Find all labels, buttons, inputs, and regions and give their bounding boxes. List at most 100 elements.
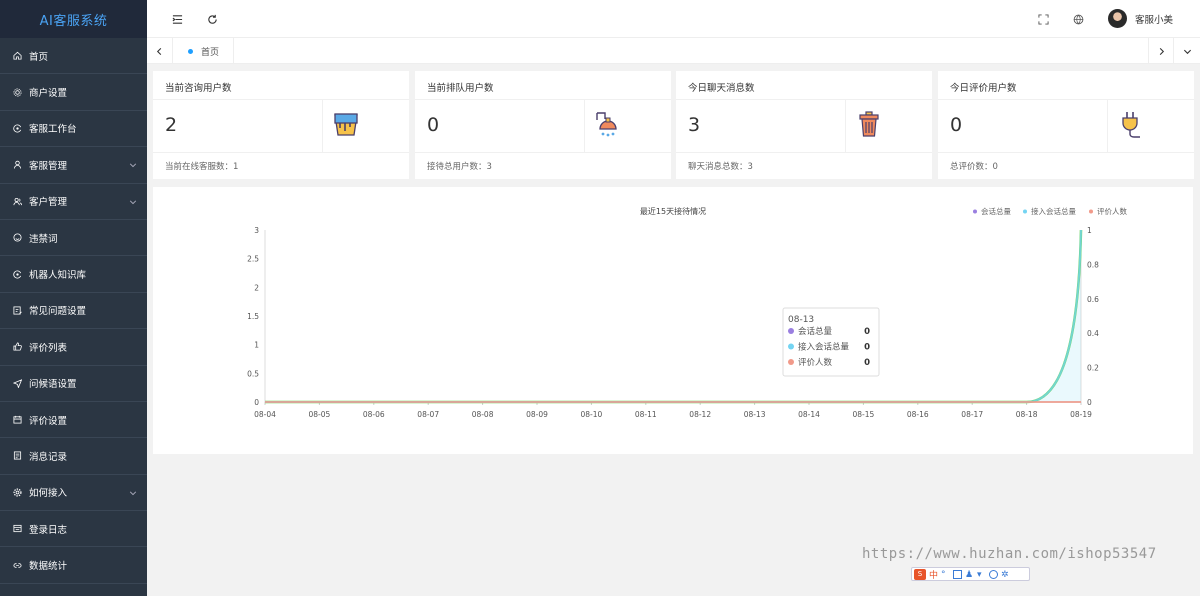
chart-panel: 最近15天接待情况 会话总量 接入会话总量 评价人数 0 0.5 1 1.5 2 2.5 3 0 0.2… bbox=[153, 187, 1193, 454]
sidebar-item-label: 违禁词 bbox=[29, 233, 58, 245]
fullscreen-icon[interactable] bbox=[1036, 12, 1050, 26]
ime-toolbar[interactable]: S 中 ° ♟ ▾ ✲ bbox=[911, 567, 1030, 581]
ime-skin-icon[interactable]: ▾ bbox=[977, 570, 986, 580]
edit-icon bbox=[12, 305, 22, 315]
sidebar-item-label: 客户管理 bbox=[29, 197, 68, 209]
sidebar-item-label: 首页 bbox=[29, 51, 49, 63]
sidebar-menu: 首页商户设置客服工作台客服管理客户管理违禁词机器人知识库常见问题设置评价列表问候… bbox=[0, 38, 147, 584]
sidebar: AI客服系统 首页商户设置客服工作台客服管理客户管理违禁词机器人知识库常见问题设… bbox=[0, 0, 147, 596]
x-tick-label: 08-12 bbox=[689, 410, 711, 419]
smile-icon bbox=[12, 233, 22, 243]
sidebar-item-6[interactable]: 机器人知识库 bbox=[0, 256, 147, 293]
card-title: 当前咨询用户数 bbox=[165, 83, 232, 94]
tab-scroll-left-button[interactable] bbox=[147, 38, 173, 64]
y-tick-left: 1 bbox=[254, 341, 259, 350]
x-tick-label: 08-11 bbox=[635, 410, 657, 419]
stat-card-messages: 今日聊天消息数 3 聊天消息总数：3 bbox=[676, 71, 932, 179]
link-icon bbox=[12, 560, 22, 570]
ime-gear-icon[interactable]: ✲ bbox=[1001, 570, 1010, 580]
legend-marker[interactable] bbox=[1089, 209, 1093, 214]
x-tick-label: 08-18 bbox=[1016, 410, 1038, 419]
avatar[interactable] bbox=[1108, 9, 1127, 28]
tooltip-label: 会话总量 bbox=[798, 326, 833, 337]
tab-scroll-right-button[interactable] bbox=[1148, 38, 1174, 64]
x-tick-label: 08-08 bbox=[472, 410, 494, 419]
chevron-down-icon bbox=[129, 198, 137, 206]
sidebar-item-label: 商户设置 bbox=[29, 88, 68, 100]
x-tick-label: 08-14 bbox=[798, 410, 820, 419]
settings-icon bbox=[12, 87, 22, 97]
y-tick-right: 0.4 bbox=[1087, 329, 1099, 338]
ime-keyboard-icon[interactable] bbox=[953, 569, 963, 579]
sidebar-item-14[interactable]: 数据统计 bbox=[0, 547, 147, 584]
sidebar-item-label: 机器人知识库 bbox=[29, 270, 87, 282]
sidebar-item-7[interactable]: 常见问题设置 bbox=[0, 293, 147, 330]
send-icon bbox=[12, 378, 22, 388]
x-tick-label: 08-13 bbox=[744, 410, 766, 419]
x-tick-label: 08-10 bbox=[581, 410, 603, 419]
sidebar-item-label: 评价设置 bbox=[29, 415, 68, 427]
sidebar-item-label: 问候语设置 bbox=[29, 379, 77, 391]
sidebar-item-9[interactable]: 问候语设置 bbox=[0, 366, 147, 402]
sidebar-item-label: 评价列表 bbox=[29, 342, 68, 354]
tooltip-title: 08-13 bbox=[788, 315, 814, 325]
x-tick-label: 08-06 bbox=[363, 410, 385, 419]
sidebar-item-8[interactable]: 评价列表 bbox=[0, 329, 147, 366]
robot-icon bbox=[12, 269, 22, 279]
sidebar-item-3[interactable]: 客服管理 bbox=[0, 147, 147, 184]
series-line-0[interactable] bbox=[265, 229, 1083, 404]
legend-item: 接入会话总量 bbox=[1031, 206, 1076, 216]
sidebar-item-2[interactable]: 客服工作台 bbox=[0, 111, 147, 148]
sidebar-item-label: 客服管理 bbox=[29, 160, 68, 172]
ime-lang[interactable]: 中 bbox=[929, 568, 938, 581]
sidebar-item-5[interactable]: 违禁词 bbox=[0, 220, 147, 257]
sidebar-item-12[interactable]: 如何接入 bbox=[0, 475, 147, 512]
series-line-1[interactable] bbox=[265, 229, 1082, 403]
menu-toggle-icon[interactable] bbox=[170, 12, 184, 26]
ime-globe-icon[interactable] bbox=[989, 569, 999, 579]
tab-dropdown-button[interactable] bbox=[1174, 38, 1200, 64]
ime-logo-icon: S bbox=[914, 568, 926, 580]
tooltip-marker bbox=[788, 343, 794, 350]
sidebar-item-10[interactable]: 评价设置 bbox=[0, 402, 147, 439]
y-tick-right: 0.2 bbox=[1087, 364, 1099, 373]
username[interactable]: 客服小美 bbox=[1135, 12, 1173, 26]
topbar: 客服小美 bbox=[147, 0, 1200, 38]
sidebar-item-label: 客服工作台 bbox=[29, 124, 77, 136]
x-tick-label: 08-15 bbox=[853, 410, 875, 419]
globe-icon[interactable] bbox=[1071, 12, 1085, 26]
y-tick-right: 0 bbox=[1087, 398, 1092, 407]
sidebar-item-1[interactable]: 商户设置 bbox=[0, 74, 147, 111]
refresh-icon[interactable] bbox=[205, 12, 219, 26]
sidebar-item-label: 消息记录 bbox=[29, 451, 68, 463]
x-tick-label: 08-17 bbox=[961, 410, 983, 419]
ime-user-icon[interactable]: ♟ bbox=[965, 570, 974, 580]
sidebar-item-13[interactable]: 登录日志 bbox=[0, 511, 147, 548]
legend-marker[interactable] bbox=[973, 209, 977, 214]
app-logo[interactable]: AI客服系统 bbox=[0, 0, 147, 38]
sidebar-item-label: 数据统计 bbox=[29, 561, 68, 573]
x-tick-label: 08-05 bbox=[309, 410, 331, 419]
user-icon bbox=[12, 160, 22, 170]
sidebar-item-11[interactable]: 消息记录 bbox=[0, 438, 147, 475]
tab-home[interactable]: 首页 bbox=[174, 38, 234, 64]
legend-marker[interactable] bbox=[1023, 209, 1027, 214]
log-icon bbox=[12, 524, 22, 534]
y-tick-right: 0.8 bbox=[1087, 260, 1099, 269]
thumb-icon bbox=[12, 342, 22, 352]
sidebar-item-label: 登录日志 bbox=[29, 524, 68, 536]
stat-card-queue: 当前排队用户数 0 接待总用户数：3 bbox=[415, 71, 671, 179]
card-value: 3 bbox=[688, 114, 701, 136]
x-tick-label: 08-04 bbox=[254, 410, 276, 419]
ime-punct-icon[interactable]: ° bbox=[941, 570, 950, 580]
gear-icon bbox=[12, 487, 22, 497]
x-tick-label: 08-07 bbox=[417, 410, 439, 419]
sidebar-item-4[interactable]: 客户管理 bbox=[0, 184, 147, 220]
tooltip-marker bbox=[788, 359, 794, 365]
stat-card-consulting: 当前咨询用户数 2 当前在线客服数：1 bbox=[153, 71, 409, 179]
tooltip-label: 接入会话总量 bbox=[798, 342, 850, 353]
chevron-down-icon bbox=[129, 161, 137, 169]
chevron-down-icon bbox=[129, 489, 137, 497]
card-title: 当前排队用户数 bbox=[427, 83, 494, 94]
sidebar-item-0[interactable]: 首页 bbox=[0, 38, 147, 75]
